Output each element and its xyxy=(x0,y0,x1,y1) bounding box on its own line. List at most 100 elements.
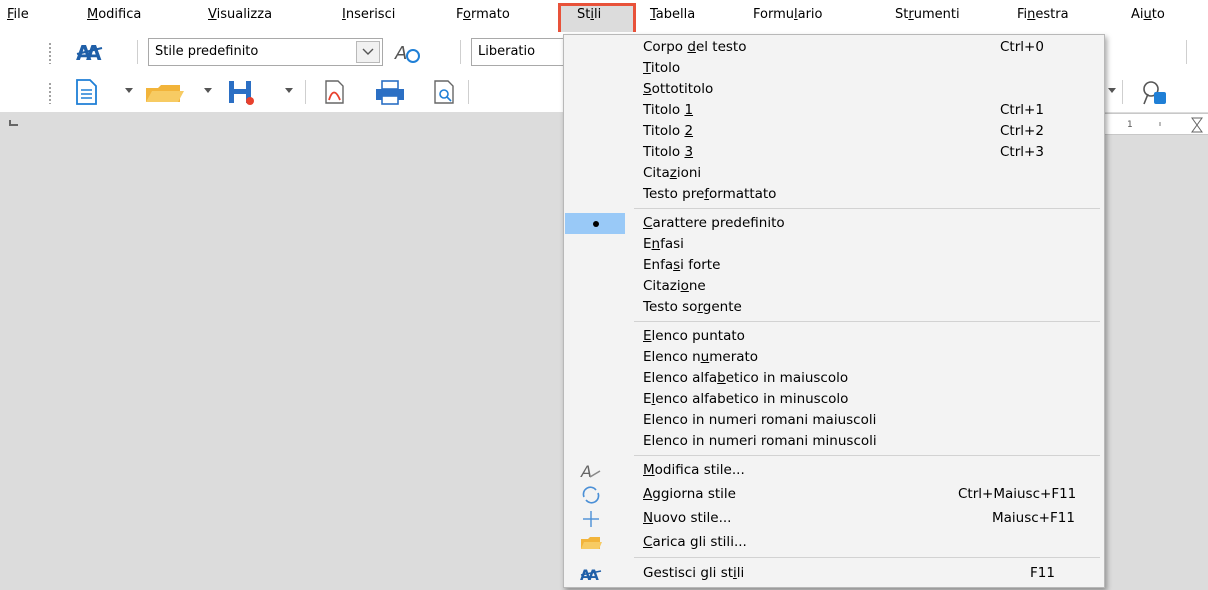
menu-item-label: Citazione xyxy=(643,278,706,294)
menu-item-testo-sorgente[interactable]: Testo sorgente xyxy=(564,297,1104,318)
new-style-icon xyxy=(580,509,602,529)
menu-bar: File Modifica Visualizza Inserisci Forma… xyxy=(0,0,1208,40)
menu-item-titolo[interactable]: Titolo xyxy=(564,58,1104,79)
menu-item-corpo-del-testo[interactable]: Corpo del testo Ctrl+0 xyxy=(564,37,1104,58)
menu-item-aggiorna-stile[interactable]: Aggiorna stile Ctrl+Maiusc+F11 xyxy=(564,484,1104,505)
tab-stop-selector[interactable] xyxy=(9,120,18,126)
font-name-combo[interactable]: Liberatio xyxy=(471,38,563,66)
menu-item-carica-gli-stili[interactable]: Carica gli stili... xyxy=(564,532,1104,553)
menu-item-label: Titolo 2 xyxy=(643,123,694,139)
menu-item-shortcut: Ctrl+Maiusc+F11 xyxy=(958,486,1077,502)
menu-item-label: Testo sorgente xyxy=(643,299,742,315)
toolbar-separator xyxy=(305,80,306,104)
toolbar-separator xyxy=(468,80,469,104)
font-name-value: Liberatio xyxy=(478,44,536,59)
print-preview-icon[interactable] xyxy=(430,78,460,106)
menu-formato[interactable]: Formato xyxy=(456,0,510,32)
menu-item-label: Elenco numerato xyxy=(643,349,759,365)
menu-item-shortcut: Maiusc+F11 xyxy=(992,510,1075,526)
update-style-icon xyxy=(580,485,602,505)
manage-styles-icon: AA xyxy=(580,564,602,584)
menu-finestra[interactable]: Finestra xyxy=(1017,0,1069,32)
paragraph-style-value: Stile predefinito xyxy=(155,44,259,59)
menu-item-citazione[interactable]: Citazione xyxy=(564,276,1104,297)
open-folder-icon[interactable] xyxy=(144,78,184,106)
menu-item-label: Nuovo stile... xyxy=(643,510,732,526)
menu-separator xyxy=(634,208,1100,209)
menu-item-elenco-alfabetico-maiuscolo[interactable]: Elenco alfabetico in maiuscolo xyxy=(564,368,1104,389)
menu-item-label: Carattere predefinito xyxy=(643,215,785,231)
paragraph-style-combo[interactable]: Stile predefinito xyxy=(148,38,383,66)
menu-visualizza[interactable]: Visualizza xyxy=(208,0,272,32)
toolbar-separator xyxy=(1186,40,1187,64)
chevron-down-icon[interactable] xyxy=(125,88,133,93)
menu-item-citazioni[interactable]: Citazioni xyxy=(564,163,1104,184)
menu-modifica[interactable]: Modifica xyxy=(87,0,141,32)
menu-item-carattere-predefinito[interactable]: Carattere predefinito xyxy=(564,213,1104,234)
menu-item-titolo-2[interactable]: Titolo 2 Ctrl+2 xyxy=(564,121,1104,142)
menu-item-label: Modifica stile... xyxy=(643,462,745,478)
edit-style-icon: A xyxy=(580,461,602,481)
menu-item-elenco-romani-maiuscoli[interactable]: Elenco in numeri romani maiuscoli xyxy=(564,410,1104,431)
toolbar-grip[interactable] xyxy=(48,82,52,104)
svg-text:A: A xyxy=(394,43,407,64)
menu-item-modifica-stile[interactable]: A Modifica stile... xyxy=(564,460,1104,481)
menu-item-label: Titolo 1 xyxy=(643,102,694,118)
menu-item-label: Elenco puntato xyxy=(643,328,745,344)
find-replace-icon[interactable] xyxy=(1140,78,1170,106)
svg-text:1: 1 xyxy=(1127,120,1133,130)
chevron-down-icon[interactable] xyxy=(285,88,293,93)
menu-separator xyxy=(634,455,1100,456)
menu-item-enfasi-forte[interactable]: Enfasi forte xyxy=(564,255,1104,276)
menu-stili[interactable]: Stili xyxy=(577,0,601,32)
horizontal-ruler[interactable]: 1 xyxy=(1102,113,1208,135)
menu-item-titolo-1[interactable]: Titolo 1 Ctrl+1 xyxy=(564,100,1104,121)
menu-item-label: Enfasi forte xyxy=(643,257,721,273)
menu-item-testo-preformattato[interactable]: Testo preformattato xyxy=(564,184,1104,205)
menu-tabella[interactable]: Tabella xyxy=(650,0,695,32)
menu-file[interactable]: File xyxy=(7,0,29,32)
svg-text:A: A xyxy=(86,41,102,65)
menu-item-sottotitolo[interactable]: Sottotitolo xyxy=(564,79,1104,100)
toolbar-separator xyxy=(1122,80,1123,104)
styles-icon[interactable]: A A xyxy=(74,38,104,66)
menu-inserisci[interactable]: Inserisci xyxy=(342,0,395,32)
menu-item-shortcut: Ctrl+3 xyxy=(1000,144,1044,160)
menu-aiuto[interactable]: Aiuto xyxy=(1131,0,1165,32)
menu-item-label: Corpo del testo xyxy=(643,39,747,55)
menu-item-label: Elenco alfabetico in minuscolo xyxy=(643,391,849,407)
svg-text:A: A xyxy=(588,568,599,584)
menu-formulario[interactable]: Formulario xyxy=(753,0,823,32)
save-icon[interactable] xyxy=(226,78,256,106)
print-icon[interactable] xyxy=(373,78,407,106)
menu-item-label: Sottotitolo xyxy=(643,81,714,97)
stili-dropdown-menu: Corpo del testo Ctrl+0 Titolo Sottotitol… xyxy=(563,34,1105,588)
menu-item-shortcut: F11 xyxy=(1030,565,1055,581)
menu-item-label: Carica gli stili... xyxy=(643,534,747,550)
new-style-from-selection-icon[interactable]: A xyxy=(393,38,423,66)
menu-item-label: Elenco in numeri romani minuscoli xyxy=(643,433,877,449)
menu-item-shortcut: Ctrl+0 xyxy=(1000,39,1044,55)
export-pdf-icon[interactable] xyxy=(320,78,350,106)
menu-item-shortcut: Ctrl+1 xyxy=(1000,102,1044,118)
menu-item-label: Titolo xyxy=(643,60,681,76)
menu-item-elenco-numerato[interactable]: Elenco numerato xyxy=(564,347,1104,368)
new-document-icon[interactable] xyxy=(72,78,102,106)
menu-item-label: Testo preformattato xyxy=(643,186,777,202)
toolbar-grip[interactable] xyxy=(48,42,52,64)
svg-text:A: A xyxy=(580,462,592,481)
menu-strumenti[interactable]: Strumenti xyxy=(895,0,960,32)
menu-item-label: Titolo 3 xyxy=(643,144,694,160)
chevron-down-icon[interactable] xyxy=(356,41,380,63)
menu-item-titolo-3[interactable]: Titolo 3 Ctrl+3 xyxy=(564,142,1104,163)
menu-item-elenco-romani-minuscoli[interactable]: Elenco in numeri romani minuscoli xyxy=(564,431,1104,452)
chevron-down-icon[interactable] xyxy=(204,88,212,93)
menu-item-gestisci-gli-stili[interactable]: AA Gestisci gli stili F11 xyxy=(564,563,1104,584)
menu-item-elenco-alfabetico-minuscolo[interactable]: Elenco alfabetico in minuscolo xyxy=(564,389,1104,410)
toolbar-separator xyxy=(460,40,461,64)
menu-item-elenco-puntato[interactable]: Elenco puntato xyxy=(564,326,1104,347)
menu-item-nuovo-stile[interactable]: Nuovo stile... Maiusc+F11 xyxy=(564,508,1104,529)
chevron-down-icon[interactable] xyxy=(1108,88,1116,93)
menu-item-enfasi[interactable]: Enfasi xyxy=(564,234,1104,255)
folder-icon xyxy=(580,533,602,553)
